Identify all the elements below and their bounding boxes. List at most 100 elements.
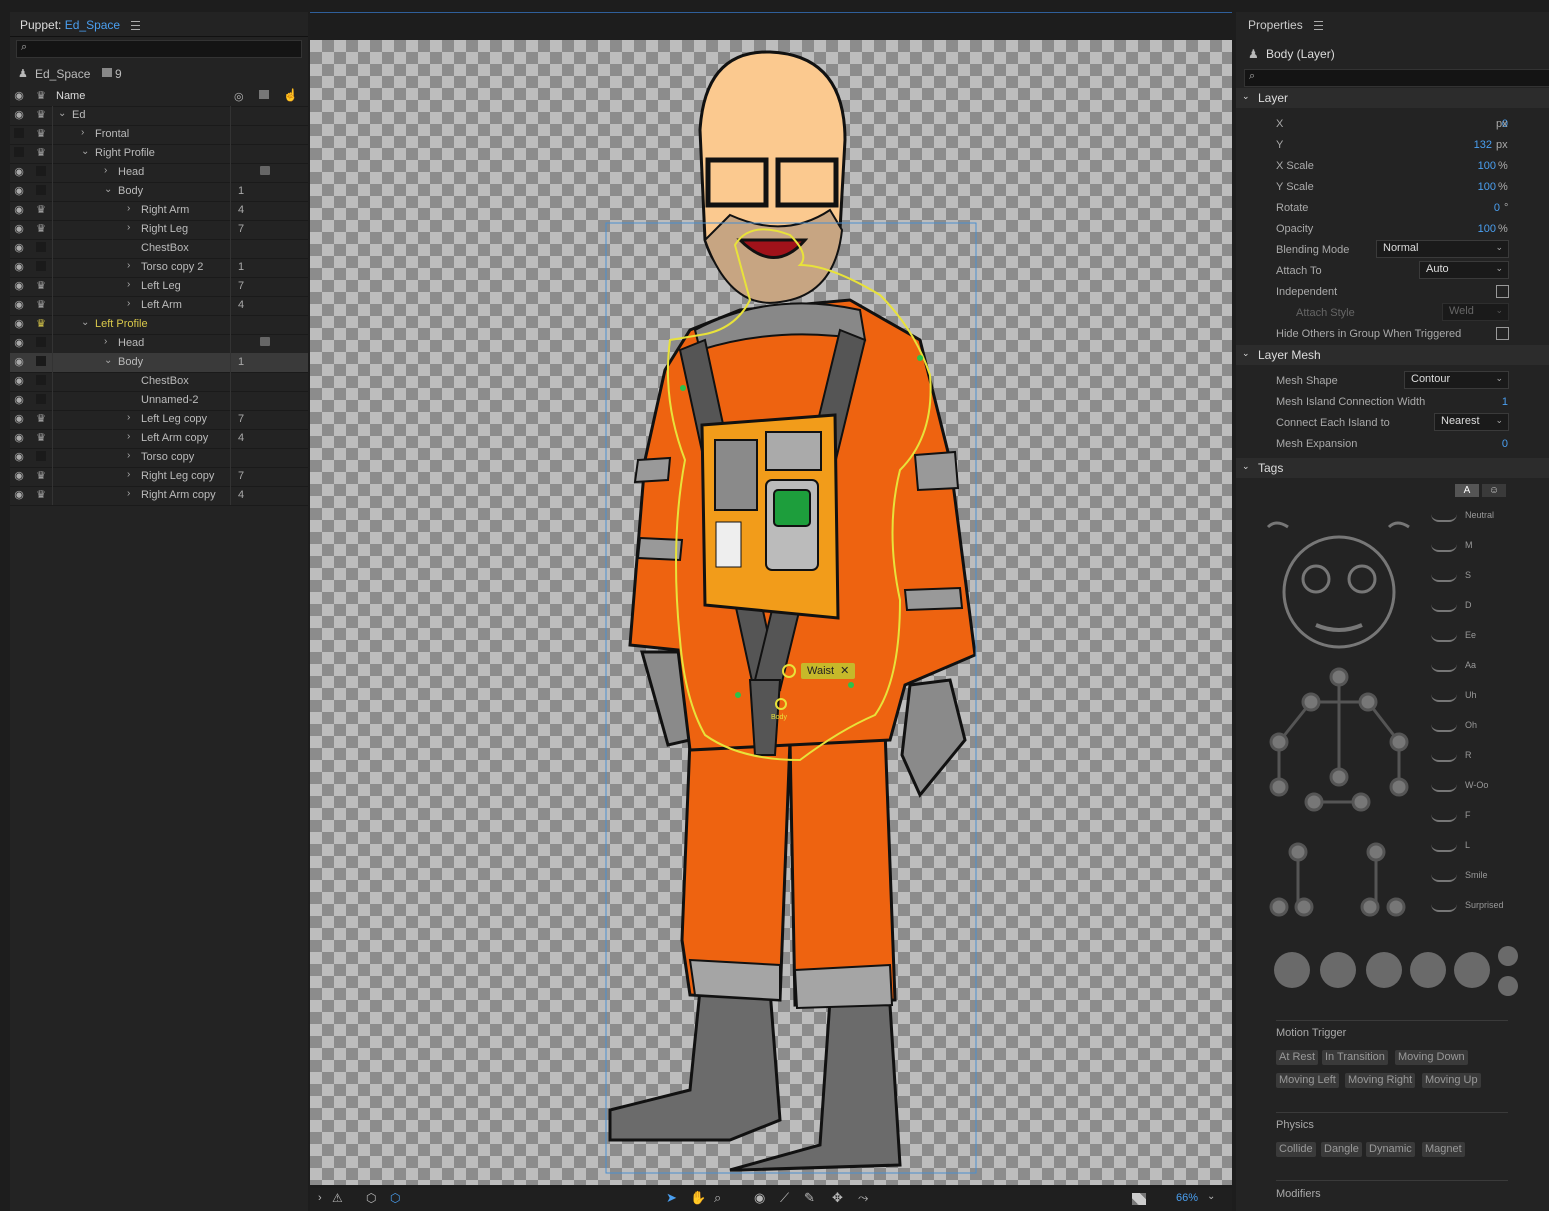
viseme-mouth-icon[interactable] — [1431, 604, 1457, 612]
crown-icon[interactable]: ♛ — [35, 223, 47, 235]
zoom-dropdown-icon[interactable]: ⌄ — [1207, 1191, 1215, 1202]
attach-style-dropdown[interactable]: Weld ⌄ — [1442, 303, 1509, 321]
visibility-eye-icon[interactable]: ◉ — [13, 299, 25, 311]
layer-row[interactable]: ◉ ♛ › Right Leg copy 7 — [10, 467, 308, 487]
layer-row[interactable]: ◉ ♛ ⌄ Ed — [10, 106, 308, 126]
crown-icon[interactable]: ♛ — [35, 128, 47, 140]
crown-icon[interactable]: ♛ — [35, 413, 47, 425]
wrist-tag[interactable] — [1269, 777, 1289, 797]
viseme-tag-label[interactable]: Smile — [1465, 870, 1488, 880]
zoom-level[interactable]: 66% — [1176, 1192, 1198, 1204]
chevron-right-icon[interactable]: › — [127, 488, 130, 499]
chevron-down-icon[interactable]: ⌄ — [81, 146, 89, 157]
warning-icon[interactable]: ⚠ — [332, 1191, 343, 1205]
select-tool-icon[interactable]: ➤ — [666, 1190, 677, 1206]
visibility-eye-icon[interactable]: ◉ — [13, 489, 25, 501]
chevron-down-icon[interactable]: ⌄ — [81, 317, 89, 328]
frontal-tag-icon[interactable] — [1366, 952, 1402, 988]
visibility-off-box[interactable] — [14, 128, 24, 138]
stick-tool-icon[interactable]: ⟋ — [780, 1190, 789, 1206]
zoom-tool-icon[interactable]: ⌕ — [714, 1190, 721, 1206]
visibility-eye-icon[interactable]: ◉ — [13, 166, 25, 178]
xscale-value[interactable]: 100 — [1464, 160, 1496, 172]
remove-tag-icon[interactable]: ✕ — [840, 665, 849, 677]
viseme-mouth-icon[interactable] — [1431, 784, 1457, 792]
right-eye-tag-icon[interactable] — [1347, 564, 1377, 594]
viseme-tag-label[interactable]: R — [1465, 750, 1472, 760]
wrist-tag[interactable] — [1389, 777, 1409, 797]
mesh-icon[interactable]: ⬡ — [366, 1191, 376, 1205]
left-quarter-tag-icon[interactable] — [1320, 952, 1356, 988]
blending-mode-dropdown[interactable]: Normal ⌄ — [1376, 240, 1509, 258]
layer-row[interactable]: ◉ ⌄ Body 1 — [10, 353, 308, 373]
shoulder-tag[interactable] — [1358, 692, 1378, 712]
elbow-tag[interactable] — [1269, 732, 1289, 752]
layer-section-header[interactable]: ⌄ Layer — [1236, 88, 1549, 108]
puppet-name-link[interactable]: Ed_Space — [65, 18, 120, 32]
properties-search-input[interactable]: ⌕ — [1244, 69, 1549, 87]
hip-tag[interactable] — [1351, 792, 1371, 812]
crown-off-box[interactable] — [36, 356, 46, 366]
mesh-handle[interactable] — [680, 385, 686, 391]
mouth-tag-icon[interactable] — [1315, 623, 1363, 632]
visibility-eye-icon[interactable]: ◉ — [13, 470, 25, 482]
visibility-eye-icon[interactable]: ◉ — [13, 242, 25, 254]
visibility-eye-icon[interactable]: ◉ — [13, 280, 25, 292]
transparency-grid-icon[interactable] — [1132, 1193, 1146, 1205]
physics-tag[interactable]: Collide — [1276, 1142, 1316, 1157]
visibility-eye-icon[interactable]: ◉ — [13, 204, 25, 216]
viseme-tag-label[interactable]: Aa — [1465, 660, 1476, 670]
layer-row[interactable]: ◉ ♛ ⌄ Left Profile — [10, 315, 308, 335]
left-profile-tag-icon[interactable] — [1274, 952, 1310, 988]
layer-row[interactable]: ◉ › Torso copy 2 1 — [10, 258, 308, 278]
tags-text-view-button[interactable]: A — [1455, 484, 1479, 497]
viseme-mouth-icon[interactable] — [1431, 664, 1457, 672]
yscale-value[interactable]: 100 — [1464, 181, 1496, 193]
attach-to-dropdown[interactable]: Auto ⌄ — [1419, 261, 1509, 279]
properties-menu-icon[interactable] — [1314, 21, 1324, 31]
chevron-right-icon[interactable]: › — [81, 127, 84, 138]
viseme-tag-label[interactable]: S — [1465, 570, 1471, 580]
viseme-tag-label[interactable]: Oh — [1465, 720, 1477, 730]
crown-off-box[interactable] — [36, 185, 46, 195]
waist-tag-badge[interactable]: Waist ✕ — [801, 663, 856, 679]
layer-row[interactable]: ◉ Unnamed-2 — [10, 391, 308, 411]
layer-row[interactable]: ◉ ♛ › Left Leg copy 7 — [10, 410, 308, 430]
viseme-mouth-icon[interactable] — [1431, 574, 1457, 582]
left-eye-tag-icon[interactable] — [1301, 564, 1331, 594]
mesh-expansion-value[interactable]: 0 — [1476, 438, 1508, 450]
toe-tag[interactable] — [1386, 897, 1406, 917]
visibility-eye-icon[interactable]: ◉ — [13, 375, 25, 387]
layer-row[interactable]: ◉ ♛ › Right Arm copy 4 — [10, 486, 308, 506]
visibility-eye-icon[interactable]: ◉ — [13, 337, 25, 349]
visibility-eye-icon[interactable]: ◉ — [13, 356, 25, 368]
mesh-handle[interactable] — [917, 355, 923, 361]
viseme-tag-label[interactable]: L — [1465, 840, 1470, 850]
chevron-down-icon[interactable]: ⌄ — [104, 184, 112, 195]
chevron-right-icon[interactable]: › — [127, 469, 130, 480]
chevron-right-icon[interactable]: › — [127, 298, 130, 309]
viseme-mouth-icon[interactable] — [1431, 874, 1457, 882]
motion-trigger-tag[interactable]: Moving Left — [1276, 1073, 1339, 1088]
layer-row[interactable]: ♛ › Frontal — [10, 125, 308, 145]
visibility-eye-icon[interactable]: ◉ — [13, 451, 25, 463]
head-joint-tag[interactable] — [1329, 667, 1349, 687]
connect-island-dropdown[interactable]: Nearest ⌄ — [1434, 413, 1509, 431]
puppet-root-row[interactable]: ♟ Ed_Space 9 — [16, 66, 302, 84]
motion-trigger-tag[interactable]: Moving Down — [1395, 1050, 1468, 1065]
crown-off-box[interactable] — [36, 261, 46, 271]
visibility-eye-icon[interactable]: ◉ — [13, 261, 25, 273]
viseme-tag-label[interactable]: Surprised — [1465, 900, 1504, 910]
mesh-handle[interactable] — [848, 682, 854, 688]
crown-icon[interactable]: ♛ — [35, 109, 47, 121]
viseme-tag-label[interactable]: W-Oo — [1465, 780, 1488, 790]
dragger-tool-icon[interactable]: ✥ — [832, 1190, 843, 1206]
knee-tag[interactable] — [1288, 842, 1308, 862]
contour-icon[interactable]: ⬡ — [390, 1191, 400, 1205]
visibility-eye-icon[interactable]: ◉ — [13, 223, 25, 235]
chevron-down-icon[interactable]: ⌄ — [104, 355, 112, 366]
viseme-tag-label[interactable]: F — [1465, 810, 1471, 820]
mesh-handle[interactable] — [735, 692, 741, 698]
toe-tag[interactable] — [1294, 897, 1314, 917]
viseme-mouth-icon[interactable] — [1431, 694, 1457, 702]
